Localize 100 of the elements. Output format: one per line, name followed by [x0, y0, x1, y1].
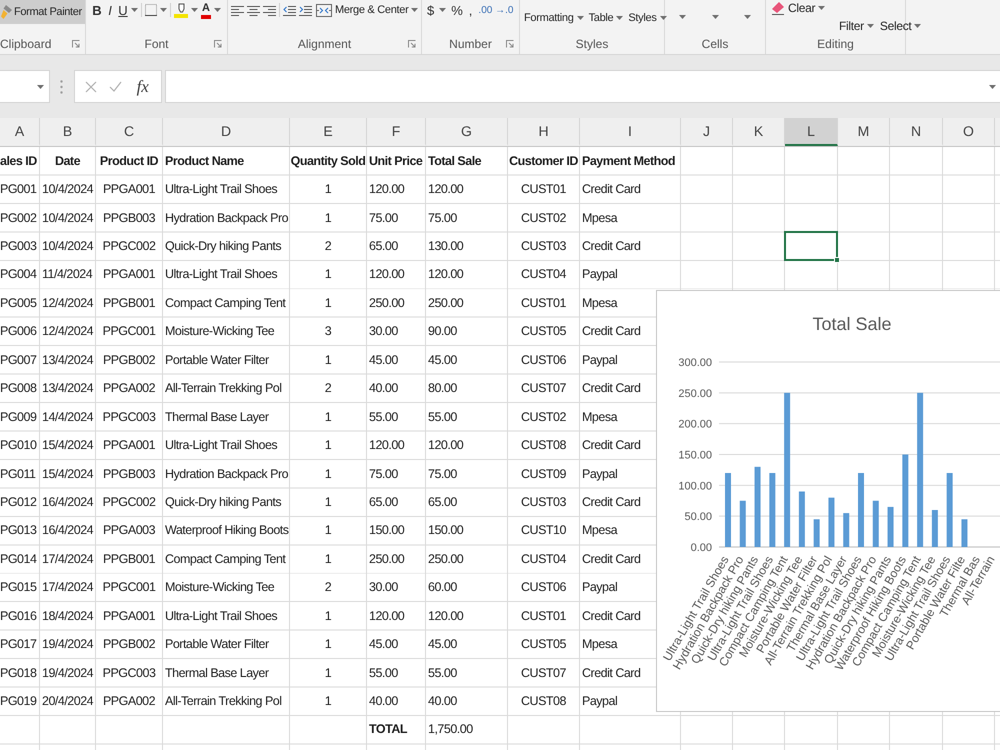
- table-cell: 1: [324, 210, 332, 225]
- column-header[interactable]: J: [681, 118, 733, 146]
- caret-icon[interactable]: [191, 8, 198, 12]
- caret-icon[interactable]: [160, 8, 167, 12]
- align-right-icon[interactable]: [263, 4, 276, 16]
- caret-icon[interactable]: [914, 24, 922, 28]
- column-header[interactable]: L: [785, 118, 838, 146]
- group-label: Styles: [576, 37, 608, 51]
- decrease-indent-icon[interactable]: [283, 4, 296, 16]
- table-cell: 1: [324, 267, 332, 282]
- caret-icon[interactable]: [131, 8, 138, 12]
- formula-input[interactable]: [165, 70, 1000, 103]
- table-cell: All-Terrain Trekking Pol: [165, 381, 282, 396]
- table-cell: 1: [324, 296, 332, 310]
- underline-button[interactable]: U: [118, 2, 128, 18]
- column-header[interactable]: C: [96, 118, 163, 146]
- currency-button[interactable]: $: [426, 1, 436, 19]
- active-cell[interactable]: [784, 231, 838, 261]
- editing-dropdown[interactable]: Select: [878, 17, 922, 35]
- styles-dropdown[interactable]: Formatting: [523, 9, 585, 27]
- highlighter-icon[interactable]: [174, 2, 188, 18]
- caret-icon[interactable]: [411, 8, 418, 12]
- border-icon[interactable]: [145, 4, 157, 16]
- column-header[interactable]: N: [890, 118, 943, 146]
- clear-button[interactable]: Clear: [770, 0, 826, 16]
- dialog-launcher-icon[interactable]: [214, 40, 222, 48]
- axis-label: 50.00: [684, 511, 712, 524]
- increase-indent-icon[interactable]: [299, 4, 312, 16]
- caret-icon[interactable]: [989, 84, 996, 88]
- table-cell: Credit Card: [582, 239, 640, 254]
- caret-icon[interactable]: [744, 15, 751, 19]
- caret-icon[interactable]: [712, 15, 718, 19]
- caret-icon[interactable]: [616, 16, 624, 20]
- axis-label: 150.00: [678, 450, 712, 462]
- chart-bar: [961, 519, 968, 547]
- comma-style-button[interactable]: ,: [468, 1, 474, 19]
- column-header[interactable]: H: [508, 118, 580, 146]
- caret-icon[interactable]: [866, 24, 874, 28]
- table-cell: 40.00: [369, 694, 398, 708]
- dialog-launcher-icon[interactable]: [408, 40, 416, 48]
- chart-bar: [872, 500, 879, 547]
- table-cell: 30.00: [369, 580, 398, 594]
- table-cell: 13/4/2024: [42, 352, 94, 367]
- caret-icon[interactable]: [818, 6, 826, 10]
- decrease-decimal-button[interactable]: .00 →.0: [477, 1, 514, 19]
- dialog-launcher-icon[interactable]: [72, 40, 80, 48]
- bold-button[interactable]: B: [92, 2, 102, 18]
- insert-function-button[interactable]: fx: [134, 76, 151, 96]
- column-header[interactable]: D: [163, 118, 290, 146]
- table-cell: Mpesa: [582, 410, 618, 424]
- table-cell: 40.00: [428, 694, 457, 708]
- column-header[interactable]: I: [580, 118, 681, 146]
- caret-icon[interactable]: [37, 84, 44, 88]
- axis-label: 300.00: [678, 357, 712, 369]
- table-cell: PG004: [0, 267, 36, 282]
- caret-icon[interactable]: [214, 8, 221, 12]
- column-header[interactable]: F: [367, 118, 426, 146]
- table-cell: 1: [324, 438, 332, 452]
- table-cell: Quick-Dry hiking Pants: [165, 494, 282, 509]
- table-cell: 12/4/2024: [42, 324, 94, 338]
- table-cell: PG005: [0, 296, 36, 310]
- table-cell: 250.00: [428, 552, 464, 566]
- table-cell: Mpesa: [582, 637, 618, 652]
- caret-icon[interactable]: [576, 16, 584, 20]
- percent-button[interactable]: %: [450, 1, 464, 19]
- italic-button[interactable]: I: [105, 2, 115, 18]
- table-cell: CUST01: [521, 296, 566, 310]
- table-cell: PPGA001: [102, 608, 156, 623]
- column-header[interactable]: G: [426, 118, 508, 146]
- table-cell: PPGA003: [102, 523, 156, 538]
- column-header[interactable]: B: [40, 118, 96, 146]
- styles-dropdown[interactable]: Styles: [627, 9, 668, 27]
- font-color-button[interactable]: A: [201, 2, 211, 18]
- editing-dropdown[interactable]: Filter: [838, 17, 875, 35]
- merge-center-button[interactable]: Merge & Center: [315, 1, 420, 19]
- table-cell: PG019: [0, 694, 36, 708]
- format-painter-button[interactable]: Format Painter: [0, 0, 85, 24]
- table-cell: Mpesa: [582, 523, 618, 538]
- table-cell: CUST01: [521, 182, 566, 196]
- styles-dropdown[interactable]: Table: [588, 9, 624, 27]
- align-left-icon[interactable]: [231, 4, 244, 16]
- column-header[interactable]: A: [0, 118, 40, 146]
- table-cell: PPGC003: [102, 666, 156, 680]
- caret-icon[interactable]: [679, 15, 686, 19]
- table-cell: 13/4/2024: [42, 381, 94, 396]
- column-header[interactable]: E: [290, 118, 367, 146]
- column-header[interactable]: O: [943, 118, 995, 146]
- dialog-launcher-icon[interactable]: [506, 40, 514, 48]
- axis-label: 0.00: [690, 542, 712, 554]
- column-header[interactable]: M: [838, 118, 890, 146]
- chart-bar: [740, 500, 746, 547]
- align-center-icon[interactable]: [247, 4, 260, 16]
- table-cell: PG002: [0, 210, 36, 225]
- table-cell: 1: [324, 608, 332, 623]
- merge-cells-icon: [316, 4, 332, 16]
- caret-icon[interactable]: [439, 8, 446, 12]
- fill-handle[interactable]: [834, 256, 840, 263]
- caret-icon[interactable]: [660, 16, 667, 20]
- table-cell: PG010: [0, 438, 36, 452]
- table-cell: Credit Card: [582, 552, 640, 566]
